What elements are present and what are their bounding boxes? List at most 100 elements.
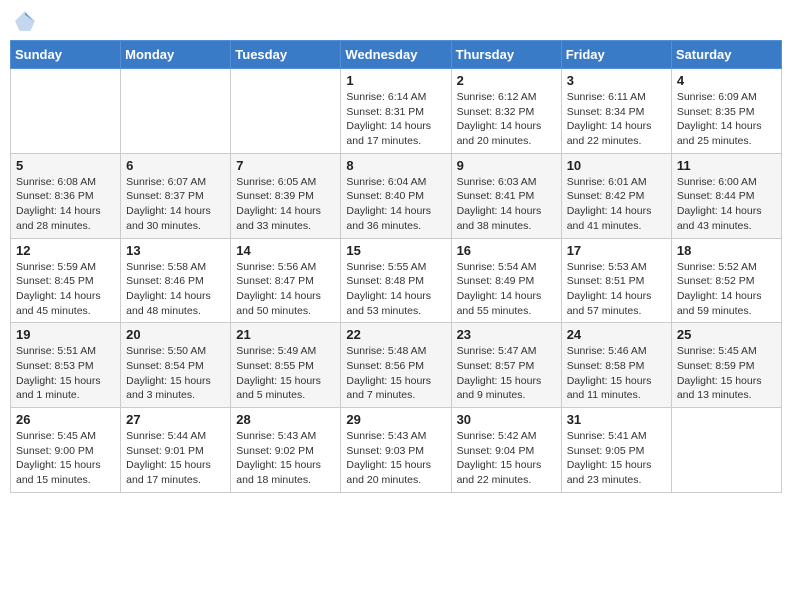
calendar-cell: 8 Sunrise: 6:04 AM Sunset: 8:40 PM Daylig…: [341, 153, 451, 238]
day-number: 11: [677, 158, 776, 173]
day-number: 7: [236, 158, 335, 173]
week-row-3: 12 Sunrise: 5:59 AM Sunset: 8:45 PM Dayli…: [11, 238, 782, 323]
day-number: 27: [126, 412, 225, 427]
week-row-1: 1 Sunrise: 6:14 AM Sunset: 8:31 PM Daylig…: [11, 69, 782, 154]
day-number: 3: [567, 73, 666, 88]
header-day-thursday: Thursday: [451, 41, 561, 69]
calendar-cell: [671, 408, 781, 493]
calendar-cell: 17 Sunrise: 5:53 AM Sunset: 8:51 PM Dayli…: [561, 238, 671, 323]
calendar-cell: 27 Sunrise: 5:44 AM Sunset: 9:01 PM Dayli…: [121, 408, 231, 493]
day-info: Sunrise: 5:56 AM Sunset: 8:47 PM Dayligh…: [236, 260, 335, 319]
calendar-cell: 6Sunrise: 6:07 AM Sunset: 8:37 PM Daylig…: [121, 153, 231, 238]
day-info: Sunrise: 5:47 AM Sunset: 8:57 PM Dayligh…: [457, 344, 556, 403]
calendar-cell: [11, 69, 121, 154]
header-day-tuesday: Tuesday: [231, 41, 341, 69]
day-number: 17: [567, 243, 666, 258]
calendar-cell: 21Sunrise: 5:49 AM Sunset: 8:55 PM Dayli…: [231, 323, 341, 408]
calendar-cell: 10 Sunrise: 6:01 AM Sunset: 8:42 PM Dayli…: [561, 153, 671, 238]
day-info: Sunrise: 5:59 AM Sunset: 8:45 PM Dayligh…: [16, 260, 115, 319]
calendar-cell: 25 Sunrise: 5:45 AM Sunset: 8:59 PM Dayli…: [671, 323, 781, 408]
day-info: Sunrise: 5:48 AM Sunset: 8:56 PM Dayligh…: [346, 344, 445, 403]
day-number: 14: [236, 243, 335, 258]
day-info: Sunrise: 5:42 AM Sunset: 9:04 PM Dayligh…: [457, 429, 556, 488]
calendar-header: SundayMondayTuesdayWednesdayThursdayFrid…: [11, 41, 782, 69]
day-info: Sunrise: 5:46 AM Sunset: 8:58 PM Dayligh…: [567, 344, 666, 403]
calendar-cell: 28 Sunrise: 5:43 AM Sunset: 9:02 PM Dayli…: [231, 408, 341, 493]
day-info: Sunrise: 5:54 AM Sunset: 8:49 PM Dayligh…: [457, 260, 556, 319]
calendar-cell: 13Sunrise: 5:58 AM Sunset: 8:46 PM Dayli…: [121, 238, 231, 323]
header-day-sunday: Sunday: [11, 41, 121, 69]
day-info: Sunrise: 6:12 AM Sunset: 8:32 PM Dayligh…: [457, 90, 556, 149]
day-number: 31: [567, 412, 666, 427]
week-row-5: 26 Sunrise: 5:45 AM Sunset: 9:00 PM Dayli…: [11, 408, 782, 493]
calendar-cell: [231, 69, 341, 154]
day-number: 24: [567, 327, 666, 342]
day-info: Sunrise: 5:55 AM Sunset: 8:48 PM Dayligh…: [346, 260, 445, 319]
calendar-cell: 14 Sunrise: 5:56 AM Sunset: 8:47 PM Dayli…: [231, 238, 341, 323]
day-number: 9: [457, 158, 556, 173]
day-info: Sunrise: 5:52 AM Sunset: 8:52 PM Dayligh…: [677, 260, 776, 319]
day-number: 1: [346, 73, 445, 88]
calendar-cell: 23 Sunrise: 5:47 AM Sunset: 8:57 PM Dayli…: [451, 323, 561, 408]
day-number: 15: [346, 243, 445, 258]
day-number: 10: [567, 158, 666, 173]
day-info: Sunrise: 5:51 AM Sunset: 8:53 PM Dayligh…: [16, 344, 115, 403]
day-number: 30: [457, 412, 556, 427]
calendar-table: SundayMondayTuesdayWednesdayThursdayFrid…: [10, 40, 782, 493]
day-number: 22: [346, 327, 445, 342]
day-info: Sunrise: 6:03 AM Sunset: 8:41 PM Dayligh…: [457, 175, 556, 234]
calendar-cell: 7 Sunrise: 6:05 AM Sunset: 8:39 PM Daylig…: [231, 153, 341, 238]
day-number: 5: [16, 158, 115, 173]
calendar-cell: 30 Sunrise: 5:42 AM Sunset: 9:04 PM Dayli…: [451, 408, 561, 493]
day-info: Sunrise: 6:00 AM Sunset: 8:44 PM Dayligh…: [677, 175, 776, 234]
week-row-2: 5 Sunrise: 6:08 AM Sunset: 8:36 PM Daylig…: [11, 153, 782, 238]
day-number: 29: [346, 412, 445, 427]
day-info: Sunrise: 5:45 AM Sunset: 8:59 PM Dayligh…: [677, 344, 776, 403]
calendar-cell: 9 Sunrise: 6:03 AM Sunset: 8:41 PM Daylig…: [451, 153, 561, 238]
day-info: Sunrise: 5:43 AM Sunset: 9:02 PM Dayligh…: [236, 429, 335, 488]
day-number: 13: [126, 243, 225, 258]
day-number: 25: [677, 327, 776, 342]
calendar-cell: 1 Sunrise: 6:14 AM Sunset: 8:31 PM Daylig…: [341, 69, 451, 154]
day-number: 8: [346, 158, 445, 173]
header-day-saturday: Saturday: [671, 41, 781, 69]
day-info: Sunrise: 6:01 AM Sunset: 8:42 PM Dayligh…: [567, 175, 666, 234]
day-number: 26: [16, 412, 115, 427]
calendar-cell: 31 Sunrise: 5:41 AM Sunset: 9:05 PM Dayli…: [561, 408, 671, 493]
day-number: 2: [457, 73, 556, 88]
day-number: 20: [126, 327, 225, 342]
day-info: Sunrise: 6:07 AM Sunset: 8:37 PM Dayligh…: [126, 175, 225, 234]
calendar-cell: 26 Sunrise: 5:45 AM Sunset: 9:00 PM Dayli…: [11, 408, 121, 493]
day-info: Sunrise: 5:44 AM Sunset: 9:01 PM Dayligh…: [126, 429, 225, 488]
calendar-cell: 15 Sunrise: 5:55 AM Sunset: 8:48 PM Dayli…: [341, 238, 451, 323]
day-info: Sunrise: 5:41 AM Sunset: 9:05 PM Dayligh…: [567, 429, 666, 488]
calendar-cell: 22 Sunrise: 5:48 AM Sunset: 8:56 PM Dayli…: [341, 323, 451, 408]
calendar-cell: 18 Sunrise: 5:52 AM Sunset: 8:52 PM Dayli…: [671, 238, 781, 323]
day-info: Sunrise: 5:45 AM Sunset: 9:00 PM Dayligh…: [16, 429, 115, 488]
calendar-body: 1 Sunrise: 6:14 AM Sunset: 8:31 PM Daylig…: [11, 69, 782, 493]
day-number: 19: [16, 327, 115, 342]
calendar-cell: [121, 69, 231, 154]
logo: [14, 10, 40, 32]
logo-icon: [14, 10, 36, 32]
day-info: Sunrise: 6:08 AM Sunset: 8:36 PM Dayligh…: [16, 175, 115, 234]
page-header: [10, 10, 782, 32]
day-info: Sunrise: 6:04 AM Sunset: 8:40 PM Dayligh…: [346, 175, 445, 234]
calendar-cell: 4Sunrise: 6:09 AM Sunset: 8:35 PM Daylig…: [671, 69, 781, 154]
calendar-cell: 24 Sunrise: 5:46 AM Sunset: 8:58 PM Dayli…: [561, 323, 671, 408]
header-row: SundayMondayTuesdayWednesdayThursdayFrid…: [11, 41, 782, 69]
calendar-cell: 12 Sunrise: 5:59 AM Sunset: 8:45 PM Dayli…: [11, 238, 121, 323]
calendar-cell: 2 Sunrise: 6:12 AM Sunset: 8:32 PM Daylig…: [451, 69, 561, 154]
day-info: Sunrise: 6:14 AM Sunset: 8:31 PM Dayligh…: [346, 90, 445, 149]
day-info: Sunrise: 5:53 AM Sunset: 8:51 PM Dayligh…: [567, 260, 666, 319]
calendar-cell: 3Sunrise: 6:11 AM Sunset: 8:34 PM Daylig…: [561, 69, 671, 154]
calendar-cell: 16 Sunrise: 5:54 AM Sunset: 8:49 PM Dayli…: [451, 238, 561, 323]
calendar-cell: 29Sunrise: 5:43 AM Sunset: 9:03 PM Dayli…: [341, 408, 451, 493]
day-number: 23: [457, 327, 556, 342]
day-info: Sunrise: 6:05 AM Sunset: 8:39 PM Dayligh…: [236, 175, 335, 234]
day-number: 16: [457, 243, 556, 258]
day-number: 28: [236, 412, 335, 427]
header-day-monday: Monday: [121, 41, 231, 69]
day-number: 18: [677, 243, 776, 258]
day-number: 12: [16, 243, 115, 258]
